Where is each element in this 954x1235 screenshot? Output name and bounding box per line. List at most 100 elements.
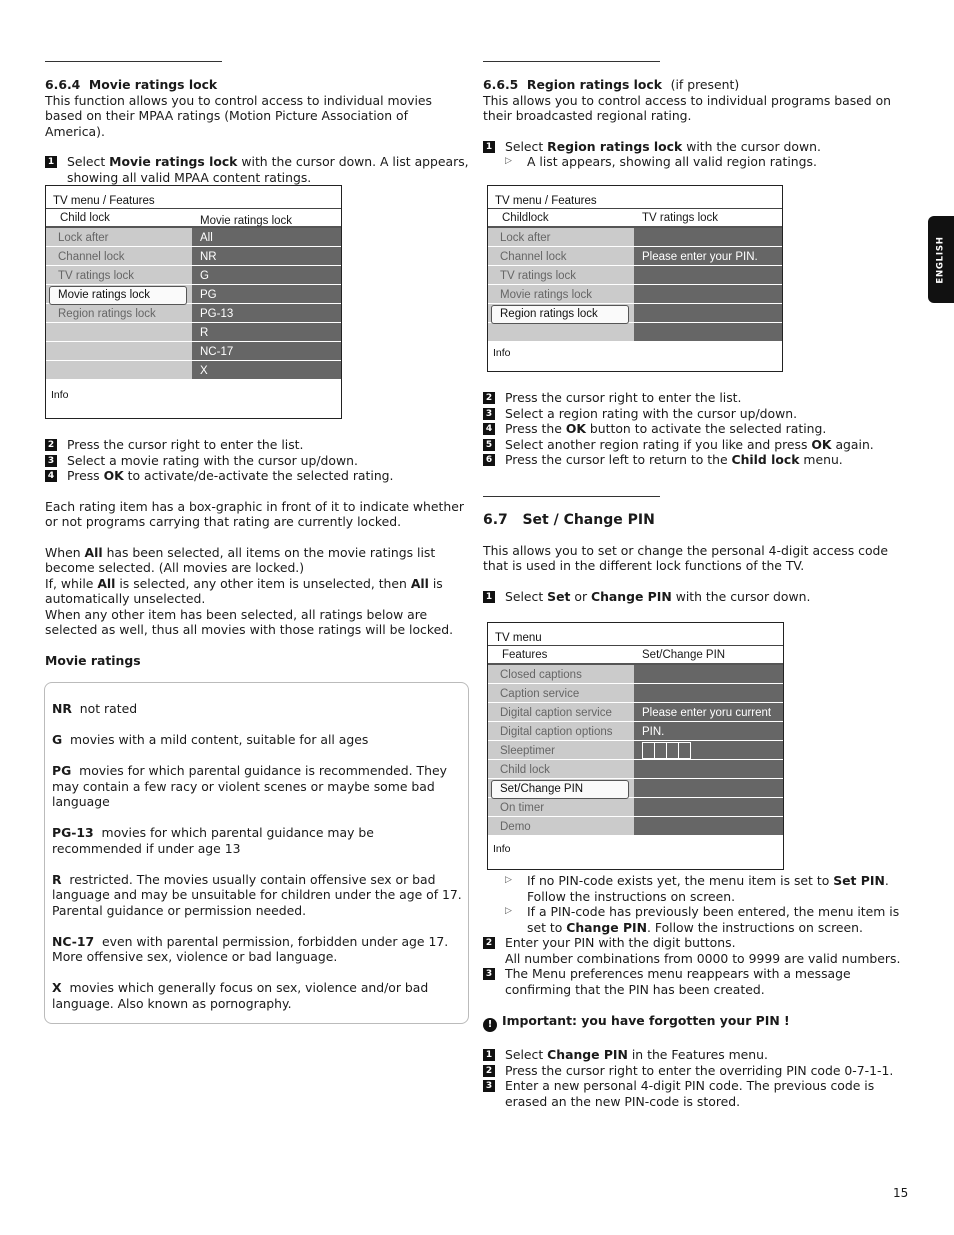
menu-item[interactable]: Lock after bbox=[46, 228, 192, 247]
section-664-steps: 2 Press the cursor right to enter the lis… bbox=[45, 437, 470, 668]
menu-item-label: Lock after bbox=[500, 232, 551, 244]
menu-value-row bbox=[634, 760, 783, 779]
menu-item-label: Region ratings lock bbox=[58, 308, 156, 320]
step-number-badge: 2 bbox=[483, 937, 495, 949]
menu-value-row bbox=[634, 304, 782, 323]
step-4: 4 Press the OK button to activate the sel… bbox=[483, 421, 903, 437]
menu-item[interactable]: Channel lock bbox=[46, 247, 192, 266]
step-1: 1 Select Set or Change PIN with the curso… bbox=[483, 589, 903, 605]
menu-item-label: Child lock bbox=[500, 764, 550, 776]
menu-value-row bbox=[634, 285, 782, 304]
pin-entry-field[interactable] bbox=[642, 742, 691, 759]
menu-item[interactable]: TV ratings lock bbox=[46, 266, 192, 285]
triangle-bullet-icon: ▷ bbox=[505, 156, 512, 166]
step-2: 2 Press the cursor right to enter the lis… bbox=[483, 390, 903, 406]
menu-item[interactable] bbox=[46, 323, 192, 342]
menu-item-label: Lock after bbox=[58, 232, 109, 244]
menu-value-row[interactable]: PG-13 bbox=[192, 304, 341, 323]
menu-item[interactable]: Digital caption options bbox=[488, 722, 634, 741]
menu-item-label: Digital caption options bbox=[500, 726, 613, 738]
step-number-badge: 3 bbox=[483, 407, 495, 420]
menu-item[interactable]: Region ratings lock bbox=[46, 304, 192, 323]
rating-code: NC-17 bbox=[52, 933, 95, 949]
menu-value-row[interactable]: G bbox=[192, 266, 341, 285]
rating-description: movies for which parental guidance is re… bbox=[52, 763, 451, 809]
menu-item-label: Demo bbox=[500, 821, 531, 833]
menu-item[interactable]: Child lock bbox=[488, 760, 634, 779]
menu-value-row[interactable]: PG bbox=[192, 285, 341, 304]
menu-value-row[interactable]: R bbox=[192, 323, 341, 342]
tv-menu-set-change-pin: TV menu Features Set/Change PIN Closed c… bbox=[487, 622, 784, 870]
menu-header-right: Set/Change PIN bbox=[642, 649, 726, 661]
rating-description: movies with a mild content, suitable for… bbox=[62, 732, 369, 747]
section-664: 6.6.4 Movie ratings lock This function a… bbox=[45, 77, 470, 185]
menu-value-row[interactable]: Please enter yoru current bbox=[634, 703, 783, 722]
result-set-pin: ▷ If no PIN-code exists yet, the menu ite… bbox=[505, 873, 889, 904]
menu-value-row[interactable]: PIN. bbox=[634, 722, 783, 741]
menu-header: Child lock Movie ratings lock bbox=[46, 209, 341, 228]
menu-item[interactable]: Movie ratings lock bbox=[46, 285, 192, 305]
menu-item[interactable]: Digital caption service bbox=[488, 703, 634, 722]
step-1: 1 Select Movie ratings lock with the cur… bbox=[45, 154, 470, 185]
rating-code: X bbox=[52, 980, 62, 995]
result-change-pin: ▷ If a PIN-code has previously been enter… bbox=[505, 904, 900, 935]
rating-definition: NR not rated bbox=[52, 701, 462, 717]
pin-digit-box[interactable] bbox=[678, 742, 691, 759]
menu-item[interactable]: Closed captions bbox=[488, 665, 634, 684]
menu-item[interactable]: Demo bbox=[488, 817, 634, 836]
menu-value-row bbox=[634, 779, 783, 798]
language-tab: ENGLISH bbox=[928, 216, 954, 303]
step-number-badge: 1 bbox=[483, 140, 495, 153]
rating-code: R bbox=[52, 871, 62, 887]
rating-definition: R restricted. The movies usually contain… bbox=[52, 872, 462, 919]
step-2: 2 Enter your PIN with the digit buttons. A… bbox=[483, 935, 903, 966]
menu-value-row[interactable]: All bbox=[192, 228, 341, 247]
triangle-bullet-icon: ▷ bbox=[505, 906, 512, 916]
step-2: 2 Press the cursor right to enter the lis… bbox=[45, 437, 470, 453]
menu-item[interactable]: Region ratings lock bbox=[488, 304, 634, 324]
menu-value-row[interactable] bbox=[634, 741, 783, 760]
menu-item[interactable]: Set/Change PIN bbox=[488, 779, 634, 799]
menu-value-row[interactable]: NC-17 bbox=[192, 342, 341, 361]
menu-header-left: Child lock bbox=[60, 212, 110, 224]
menu-value-row bbox=[634, 266, 782, 285]
intro-text: This allows you to control access to ind… bbox=[483, 92, 892, 124]
step-3: 3 Select a region rating with the cursor … bbox=[483, 406, 903, 422]
menu-item[interactable] bbox=[46, 361, 192, 380]
step-number-badge: 4 bbox=[483, 423, 495, 435]
menu-item[interactable]: Movie ratings lock bbox=[488, 285, 634, 304]
menu-value-row bbox=[634, 323, 782, 342]
menu-header: Childlock TV ratings lock bbox=[488, 209, 782, 228]
menu-left-list: Lock after Channel lock TV ratings lock Mov… bbox=[46, 228, 192, 380]
exclamation-icon: ! bbox=[483, 1018, 497, 1032]
movie-ratings-box: NR not rated G movies with a mild content… bbox=[44, 682, 469, 1024]
section-rule bbox=[45, 61, 222, 62]
intro-text: This function allows you to control acce… bbox=[45, 92, 433, 139]
menu-item[interactable]: Sleeptimer bbox=[488, 741, 634, 760]
step-number-badge: 4 bbox=[45, 470, 57, 482]
menu-info: Info bbox=[493, 347, 511, 359]
menu-item-label: Channel lock bbox=[500, 251, 567, 263]
menu-item[interactable] bbox=[46, 342, 192, 361]
menu-value-row[interactable]: X bbox=[192, 361, 341, 380]
menu-item[interactable]: Lock after bbox=[488, 228, 634, 247]
rating-definition: PG-13 movies for which parental guidance… bbox=[52, 825, 462, 856]
step-3: 3 The Menu preferences menu reappears wit… bbox=[483, 966, 903, 997]
menu-item[interactable]: Caption service bbox=[488, 684, 634, 703]
menu-value-row[interactable]: NR bbox=[192, 247, 341, 266]
menu-item-label: Channel lock bbox=[58, 251, 125, 263]
menu-value-row[interactable]: Please enter your PIN. bbox=[634, 247, 782, 266]
menu-item[interactable]: On timer bbox=[488, 798, 634, 817]
step-number-badge: 3 bbox=[45, 454, 57, 467]
paragraph-box-graphic: Each rating item has a box-graphic in fr… bbox=[45, 498, 464, 530]
menu-item[interactable] bbox=[488, 323, 634, 342]
menu-item[interactable]: Channel lock bbox=[488, 247, 634, 266]
section-67-steps: ▷ If no PIN-code exists yet, the menu ite… bbox=[483, 873, 903, 1109]
menu-item-label: TV ratings lock bbox=[58, 270, 135, 282]
menu-item[interactable]: TV ratings lock bbox=[488, 266, 634, 285]
menu-info: Info bbox=[493, 843, 511, 855]
menu-item-label: Set/Change PIN bbox=[500, 783, 584, 795]
section-665: 6.6.5 Region ratings lock (if present) T… bbox=[483, 77, 903, 170]
step-number-badge: 3 bbox=[483, 1080, 495, 1092]
section-67: 6.7 Set / Change PIN This allows you to … bbox=[483, 512, 903, 605]
